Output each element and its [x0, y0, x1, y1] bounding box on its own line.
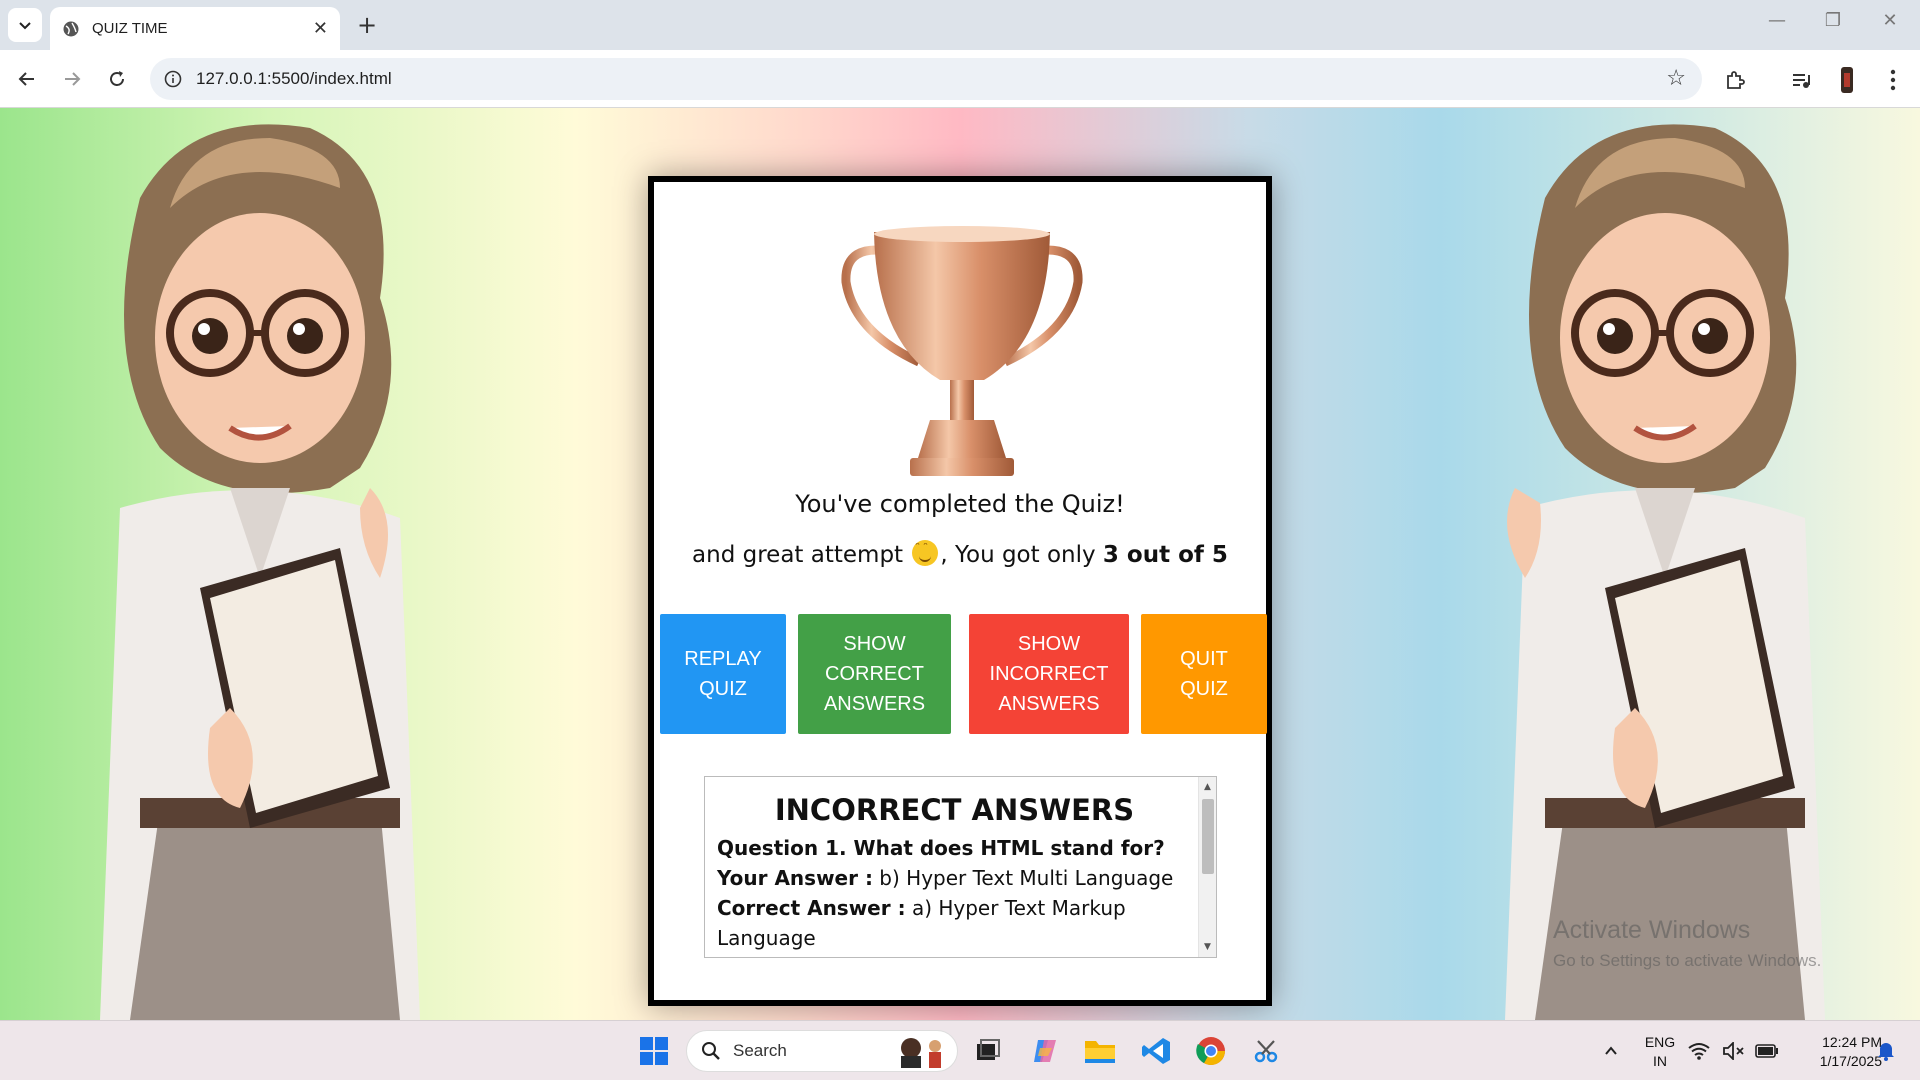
media-control-icon[interactable]: [1786, 65, 1816, 95]
url-text[interactable]: 127.0.0.1:5500/index.html: [196, 69, 392, 89]
answers-content: INCORRECT ANSWERS Question 1. What does …: [717, 793, 1192, 953]
answers-scrollbar[interactable]: ▲ ▼: [1198, 777, 1216, 957]
notification-button[interactable]: [1866, 1035, 1906, 1067]
scroll-down-arrow-icon[interactable]: ▼: [1199, 939, 1216, 955]
reload-icon: [110, 71, 124, 86]
chevron-down-icon: [19, 22, 31, 30]
replay-quiz-button[interactable]: REPLAY QUIZ: [660, 614, 786, 734]
show-incorrect-answers-button[interactable]: SHOW INCORRECT ANSWERS: [969, 614, 1129, 734]
teacher-illustration-left: [100, 124, 420, 1020]
chrome-icon: [1196, 1037, 1225, 1065]
your-answer: Your Answer : b) Hyper Text Multi Langua…: [717, 866, 1174, 890]
chevron-up-icon: [1605, 1046, 1617, 1055]
browser-menu-button[interactable]: [1878, 65, 1908, 95]
quiz-result-card: You've completed the Quiz! and great att…: [648, 176, 1272, 1006]
show-hidden-icons-button[interactable]: [1591, 1031, 1631, 1071]
task-view-icon: [977, 1039, 1000, 1060]
teacher-illustration-right: [1505, 124, 1825, 1020]
tab-search-button[interactable]: [8, 8, 42, 42]
battery-status[interactable]: [1752, 1031, 1782, 1071]
extensions-icon[interactable]: [1720, 65, 1750, 95]
scissors-icon: [1254, 1040, 1278, 1063]
globe-icon: [63, 21, 79, 36]
forward-arrow-icon: [65, 72, 81, 86]
minimize-button[interactable]: —: [1757, 10, 1797, 31]
bell-icon: [1878, 1043, 1894, 1061]
wifi-icon: [1688, 1043, 1710, 1060]
answers-heading: INCORRECT ANSWERS: [774, 793, 1135, 827]
smiley-emoji-icon: [912, 540, 939, 566]
snipping-tool-button[interactable]: [1246, 1031, 1286, 1071]
address-bar[interactable]: 127.0.0.1:5500/index.html ☆: [150, 58, 1702, 100]
input-language-indicator[interactable]: ENG IN: [1640, 1033, 1680, 1071]
restore-button[interactable]: ❐: [1813, 10, 1853, 31]
vscode-icon: [1142, 1038, 1170, 1064]
activate-windows-watermark: Activate Windows Go to Settings to activ…: [1553, 916, 1822, 970]
browser-tab[interactable]: QUIZ TIME ✕: [50, 7, 340, 50]
profile-icon: [1841, 67, 1853, 93]
forward-button[interactable]: [57, 64, 87, 94]
trophy-icon: [841, 226, 1083, 476]
back-button[interactable]: [12, 64, 42, 94]
close-tab-icon[interactable]: ✕: [313, 18, 328, 39]
score-value: 3 out of 5: [1102, 542, 1228, 568]
close-window-button[interactable]: ✕: [1870, 10, 1910, 31]
show-correct-answers-button[interactable]: SHOW CORRECT ANSWERS: [798, 614, 951, 734]
folder-icon: [1085, 1041, 1115, 1063]
quit-quiz-button[interactable]: QUIT QUIZ: [1141, 614, 1267, 734]
volume-muted-icon: [1723, 1042, 1744, 1060]
search-placeholder: Search: [733, 1041, 787, 1060]
answers-panel[interactable]: INCORRECT ANSWERS Question 1. What does …: [704, 776, 1217, 958]
tab-strip: QUIZ TIME ✕ + — ❐ ✕: [0, 0, 1920, 50]
profile-avatar[interactable]: [1832, 65, 1862, 95]
browser-toolbar: 127.0.0.1:5500/index.html ☆: [0, 50, 1920, 108]
volume-status[interactable]: [1719, 1031, 1749, 1071]
completion-title: You've completed the Quiz!: [795, 490, 1125, 518]
windows-logo-icon: [640, 1037, 668, 1065]
scroll-up-arrow-icon[interactable]: ▲: [1199, 779, 1216, 795]
task-view-button[interactable]: [968, 1031, 1008, 1071]
chrome-button[interactable]: [1191, 1031, 1231, 1071]
new-tab-button[interactable]: +: [352, 10, 382, 40]
copilot-button[interactable]: [1025, 1031, 1065, 1071]
score-middle: , You got only: [940, 542, 1096, 568]
file-explorer-button[interactable]: [1080, 1031, 1120, 1071]
puzzle-icon: [1727, 71, 1745, 89]
bookmark-star-icon[interactable]: ☆: [1666, 66, 1686, 91]
back-arrow-icon: [18, 72, 34, 86]
page-content: You've completed the Quiz! and great att…: [0, 108, 1920, 1020]
score-summary: and great attempt , You got only 3 out o…: [654, 540, 1266, 568]
score-prefix: and great attempt: [692, 542, 904, 568]
taskbar: Search ENG IN 12:24 PM 1/17/2025: [0, 1020, 1920, 1080]
site-info-icon[interactable]: [164, 70, 182, 88]
scrollbar-thumb[interactable]: [1202, 799, 1214, 874]
search-highlight-icon: [901, 1038, 941, 1068]
tab-title: QUIZ TIME: [92, 20, 168, 37]
question-text: Question 1. What does HTML stand for?: [717, 836, 1165, 860]
start-button[interactable]: [634, 1031, 674, 1071]
reload-button[interactable]: [102, 64, 132, 94]
battery-charging-icon: [1755, 1044, 1778, 1058]
playlist-icon: [1793, 74, 1810, 88]
wifi-status[interactable]: [1684, 1031, 1714, 1071]
search-icon: [702, 1042, 720, 1060]
taskbar-search[interactable]: Search: [686, 1030, 958, 1072]
correct-answer: Correct Answer : a) Hyper Text Markup La…: [717, 896, 1126, 950]
kebab-menu-icon: [1890, 69, 1896, 91]
vscode-button[interactable]: [1136, 1031, 1176, 1071]
copilot-icon: [1034, 1040, 1056, 1062]
